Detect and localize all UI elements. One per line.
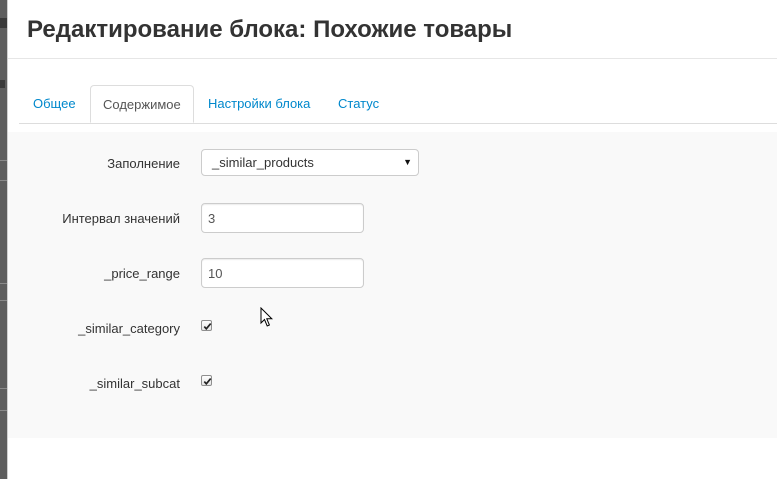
fill-select[interactable]: _similar_products ▼	[201, 149, 419, 176]
modal-header: Редактирование блока: Похожие товары	[8, 0, 777, 59]
similar-subcat-checkbox[interactable]	[201, 375, 212, 386]
tab-status[interactable]: Статус	[338, 85, 379, 122]
price-range-input[interactable]	[201, 258, 364, 288]
similar-category-checkbox[interactable]	[201, 320, 212, 331]
tab-content[interactable]: Содержимое	[90, 85, 194, 123]
interval-input[interactable]	[201, 203, 364, 233]
tab-general[interactable]: Общее	[33, 85, 76, 122]
mouse-cursor-icon	[260, 307, 274, 327]
check-icon	[203, 378, 212, 386]
fill-label: Заполнение	[107, 156, 180, 171]
edit-block-modal: Редактирование блока: Похожие товары Общ…	[7, 0, 777, 479]
price-range-label: _price_range	[104, 266, 180, 281]
fill-select-value: _similar_products	[212, 155, 314, 170]
tab-block-settings[interactable]: Настройки блока	[208, 85, 310, 122]
similar-subcat-label: _similar_subcat	[89, 376, 180, 391]
tab-bar: Общее Содержимое Настройки блока Статус	[19, 85, 777, 124]
tab-pane-content	[8, 132, 777, 438]
similar-category-label: _similar_category	[78, 321, 180, 336]
background-fragment	[0, 80, 5, 88]
check-icon	[203, 323, 212, 331]
triangle-down-icon: ▼	[403, 157, 412, 167]
interval-label: Интервал значений	[62, 211, 180, 226]
modal-title: Редактирование блока: Похожие товары	[27, 16, 513, 43]
